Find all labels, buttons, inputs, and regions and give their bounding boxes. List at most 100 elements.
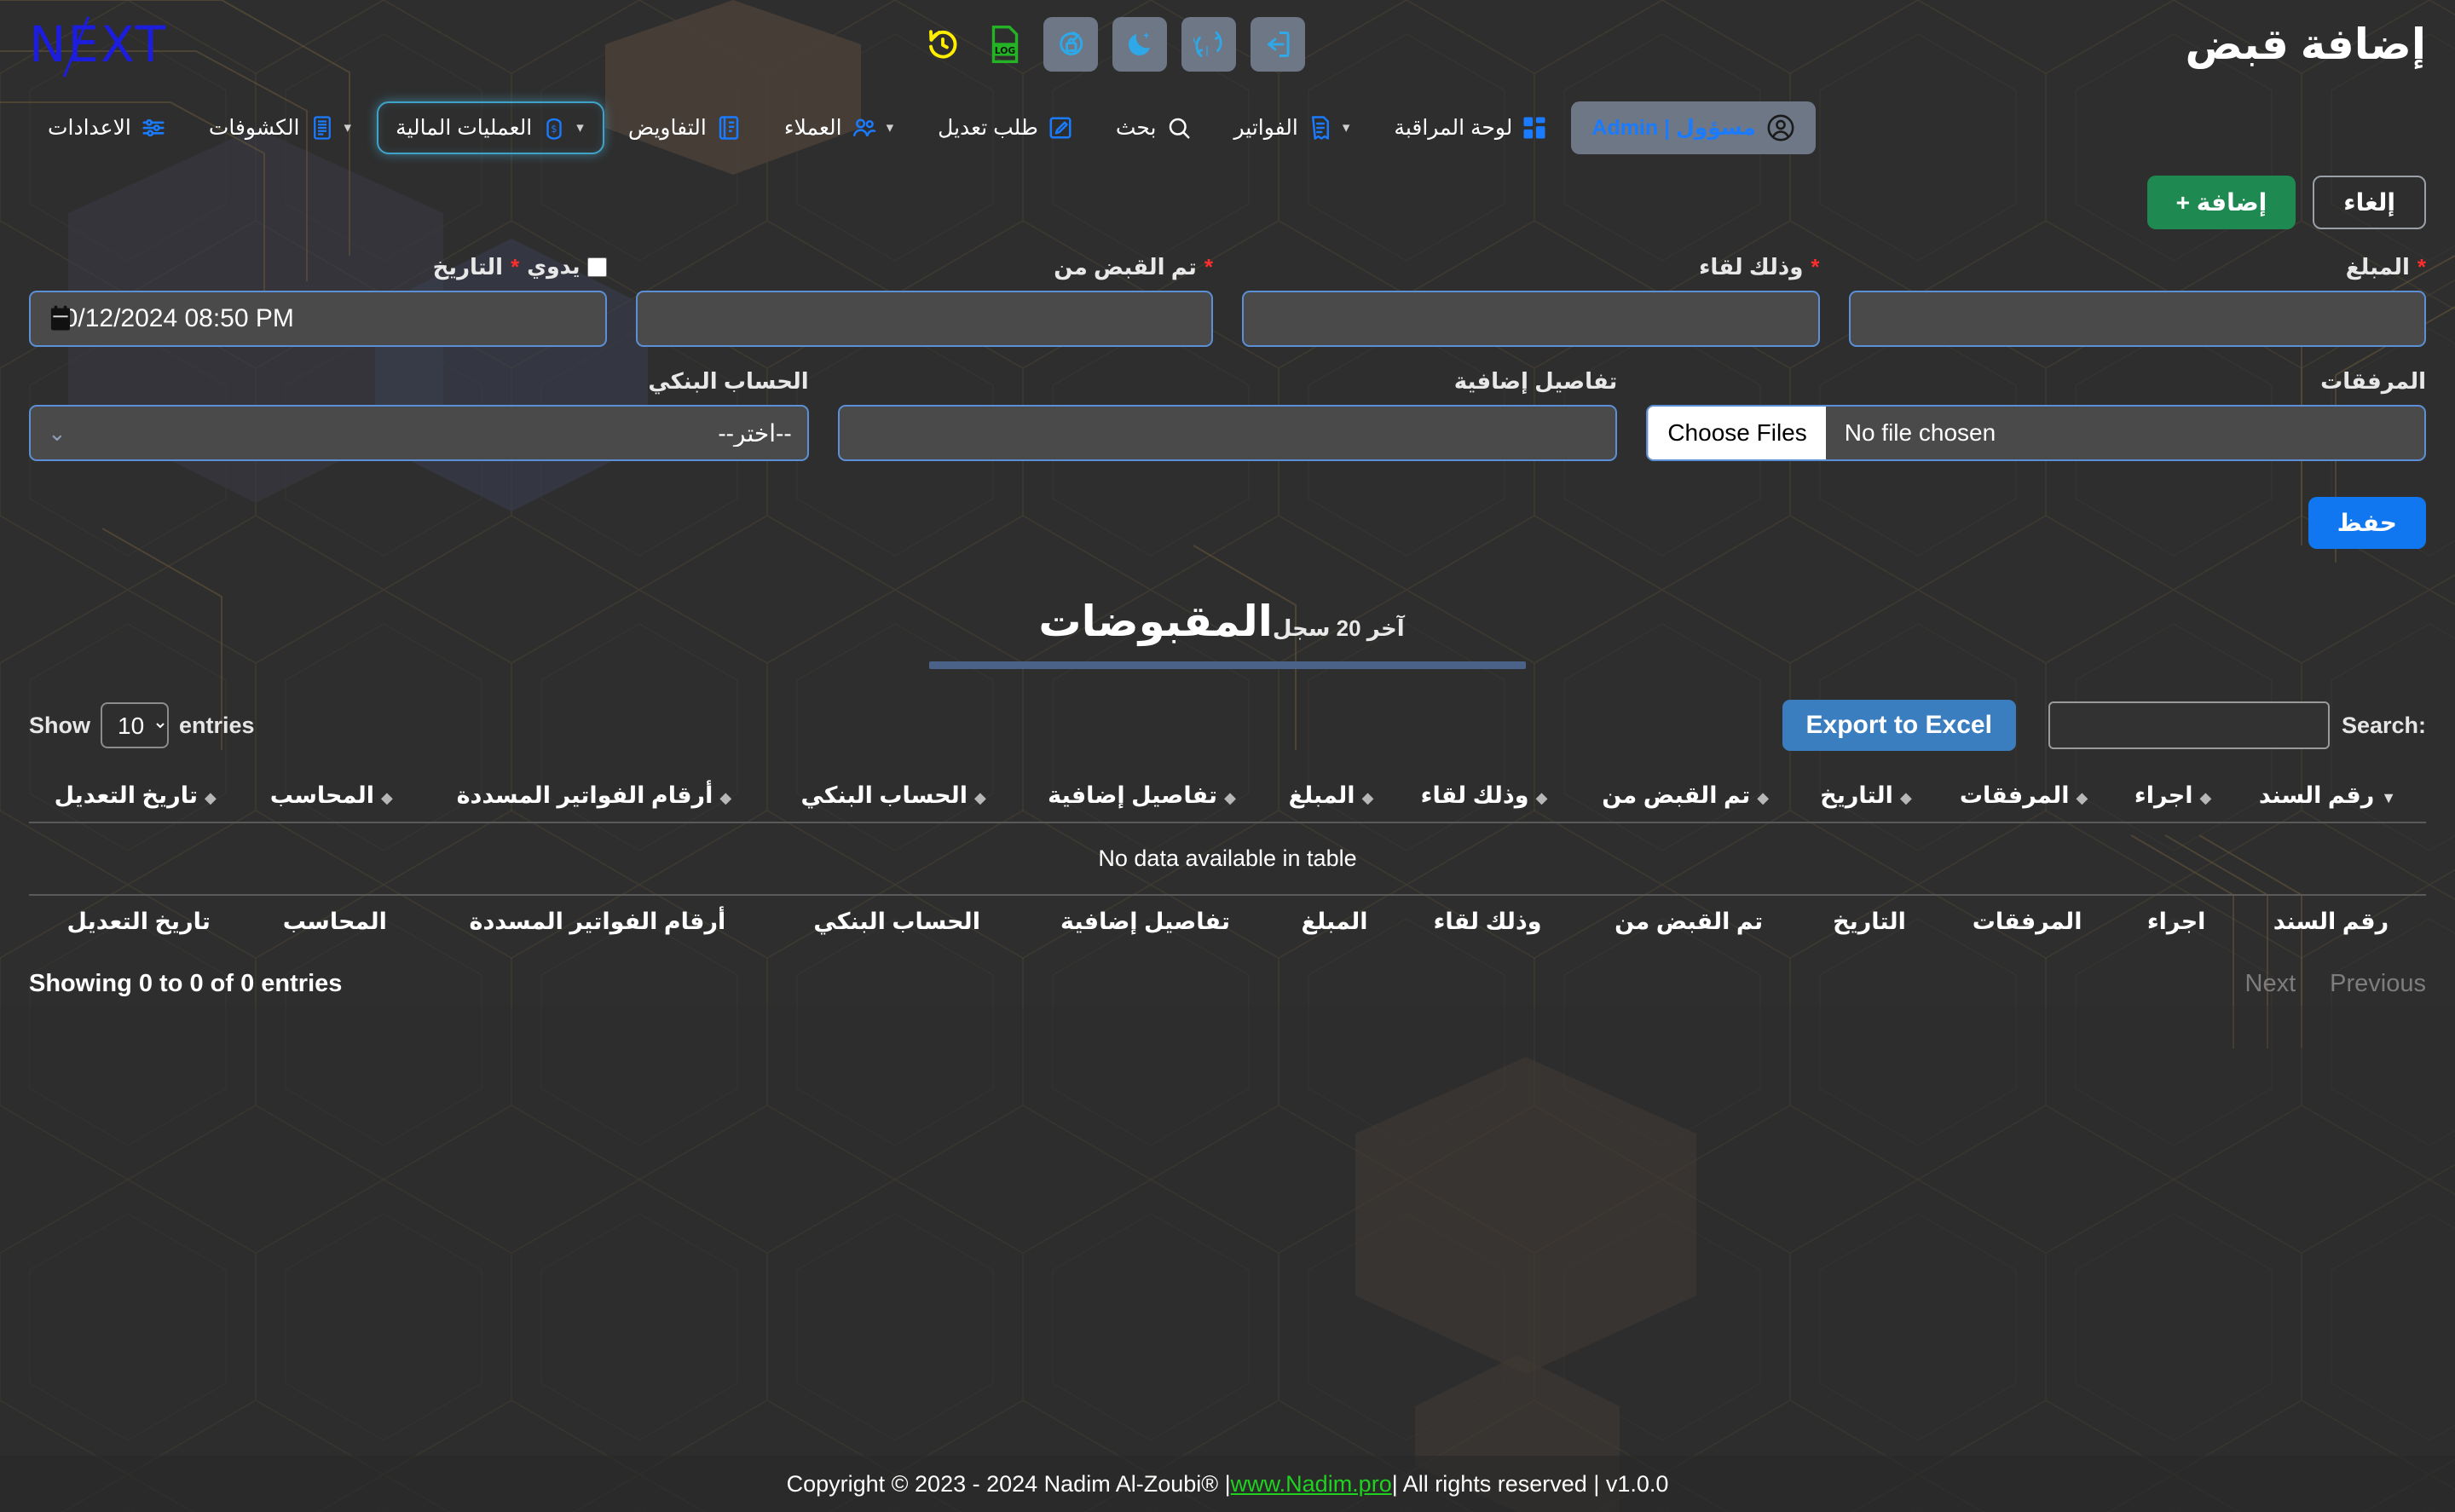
search-icon (1166, 115, 1192, 141)
calendar-icon[interactable] (48, 305, 73, 332)
translate-icon: A ا (1193, 29, 1224, 60)
foot-col-sanad-number: رقم السند (2236, 895, 2426, 948)
foot-col-extra-details: تفاصيل إضافية (1020, 895, 1270, 948)
svg-text:$: $ (552, 124, 557, 135)
svg-text:LOG: LOG (995, 45, 1016, 56)
col-for-reason[interactable]: ◆وذلك لقاء (1399, 770, 1576, 822)
foot-col-attachments: المرفقات (1938, 895, 2117, 948)
amount-input[interactable] (1849, 291, 2427, 347)
for-reason-input[interactable] (1242, 291, 1820, 347)
search-input[interactable] (2048, 701, 2330, 749)
log-file-icon-button[interactable]: LOG (981, 19, 1029, 70)
field-date: يدوي * التاريخ 10/12/2024 08:50 PM (29, 251, 607, 347)
app-root: إضافة قبض A ا (0, 0, 2455, 1512)
table-search: Search: (2048, 701, 2426, 749)
sort-icon: ◆ (2200, 789, 2212, 807)
nav-item-edit-request[interactable]: طلب تعديل (919, 101, 1092, 154)
add-button[interactable]: إضافة + (2147, 176, 2296, 229)
search-label: Search: (2342, 713, 2426, 739)
foot-col-for-reason: وذلك لقاء (1399, 895, 1576, 948)
finance-icon: $ (541, 115, 567, 141)
col-label: التاريخ (1820, 782, 1893, 808)
col-attachments[interactable]: ◆المرفقات (1938, 770, 2117, 822)
choose-files-button[interactable]: Choose Files (1648, 407, 1825, 459)
date-input[interactable]: 10/12/2024 08:50 PM (29, 291, 607, 347)
col-label: تاريخ التعديل (55, 782, 198, 808)
nav-item-statements[interactable]: ▾ الكشوفات (190, 101, 372, 154)
nav-item-clients[interactable]: ▾ العملاء (765, 101, 914, 154)
nav-item-label: بحث (1116, 115, 1157, 141)
sort-desc-icon: ▼ (2381, 789, 2396, 807)
logout-icon-button[interactable] (1251, 17, 1305, 72)
col-paid-invoices[interactable]: ◆أرقام الفواتير المسددة (421, 770, 773, 822)
dark-mode-icon-button[interactable] (1112, 17, 1167, 72)
manual-date-checkbox-wrap[interactable]: يدوي (527, 254, 606, 280)
lock-refresh-icon-button[interactable] (1043, 17, 1098, 72)
save-button[interactable]: حفظ (2308, 497, 2426, 549)
nav-item-invoices[interactable]: ▾ الفواتير (1216, 101, 1371, 154)
nav-item-dashboard[interactable]: لوحة المراقبة (1375, 101, 1566, 154)
sort-icon: ◆ (1362, 789, 1374, 807)
translate-icon-button[interactable]: A ا (1181, 17, 1236, 72)
section-header: آخر 20 سجلالمقبوضات (29, 597, 2426, 669)
col-accountant[interactable]: ◆المحاسب (248, 770, 421, 822)
logout-icon (1262, 29, 1293, 60)
history-icon (925, 26, 961, 63)
received-from-input[interactable] (636, 291, 1214, 347)
extra-details-input[interactable] (838, 405, 1618, 461)
export-to-excel-button[interactable]: Export to Excel (1782, 700, 2016, 751)
field-attachments: المرفقات Choose Files No file chosen (1646, 366, 2426, 461)
pagination-next[interactable]: Next (2245, 970, 2296, 998)
footer-link[interactable]: www.Nadim.pro (1231, 1471, 1392, 1498)
col-label: المرفقات (1960, 782, 2070, 808)
action-row: إلغاء إضافة + (0, 160, 2455, 229)
field-for-reason: * وذلك لقاء (1242, 251, 1820, 347)
nav-item-label: الفواتير (1234, 115, 1298, 141)
col-action[interactable]: ◆اجراء (2117, 770, 2236, 822)
label-text: الحساب البنكي (648, 368, 808, 395)
file-status-text: No file chosen (1826, 407, 2424, 459)
attachments-file-input[interactable]: Choose Files No file chosen (1646, 405, 2426, 461)
user-menu[interactable]: مسؤول | Admin (1571, 101, 1816, 154)
footer-suffix: | All rights reserved | v1.0.0 (1392, 1471, 1669, 1498)
col-date[interactable]: ◆التاريخ (1801, 770, 1938, 822)
length-menu: Show 10 entries (29, 702, 255, 748)
nav-item-settings[interactable]: الاعدادات (29, 101, 185, 154)
field-amount: * المبلغ (1849, 251, 2427, 347)
dashboard-icon (1522, 115, 1547, 141)
empty-message: No data available in table (29, 822, 2426, 895)
foot-col-modified-date: تاريخ التعديل (29, 895, 248, 948)
pagination-previous[interactable]: Previous (2330, 970, 2426, 998)
col-received-from[interactable]: ◆تم القبض من (1576, 770, 1801, 822)
page-title: إضافة قبض (2185, 20, 2426, 69)
col-sanad-number[interactable]: ▼رقم السند (2236, 770, 2426, 822)
section-title: المقبوضات (1038, 597, 1273, 646)
table-footer-row: رقم السند اجراء المرفقات التاريخ تم القب… (29, 895, 2426, 948)
edit-request-icon (1048, 115, 1073, 141)
log-file-icon: LOG (987, 26, 1023, 63)
receipts-table: ▼رقم السند ◆اجراء ◆المرفقات ◆التاريخ ◆تم… (29, 770, 2426, 948)
bank-account-select[interactable]: --اختر-- (29, 405, 809, 461)
col-label: المبلغ (1289, 782, 1355, 808)
nav-item-authorizations[interactable]: التفاويض (609, 101, 760, 154)
field-extra-details: تفاصيل إضافية (838, 366, 1618, 461)
col-extra-details[interactable]: ◆تفاصيل إضافية (1020, 770, 1270, 822)
nav-item-label: طلب تعديل (938, 115, 1038, 141)
nav-item-search[interactable]: بحث (1097, 101, 1210, 154)
field-bank-account: الحساب البنكي --اختر-- ⌄ (29, 366, 809, 461)
manual-date-checkbox[interactable] (587, 257, 607, 277)
col-bank-account[interactable]: ◆الحساب البنكي (774, 770, 1020, 822)
label-text: المرفقات (2320, 368, 2426, 395)
history-icon-button[interactable] (919, 19, 967, 70)
col-modified-date[interactable]: ◆ تاريخ التعديل (29, 770, 248, 822)
sort-icon: ◆ (205, 789, 217, 807)
section-subtitle: آخر 20 سجل (1273, 615, 1405, 641)
col-amount[interactable]: ◆ المبلغ (1270, 770, 1399, 822)
sort-icon: ◆ (1536, 789, 1548, 807)
cancel-button[interactable]: إلغاء (2313, 176, 2426, 229)
field-for-reason-label: * وذلك لقاء (1242, 251, 1820, 282)
nav-item-financial-operations[interactable]: ▾ $ العمليات المالية (377, 101, 604, 154)
table-right-controls: Export to Excel Search: (1782, 700, 2426, 751)
col-label: أرقام الفواتير المسددة (457, 782, 713, 808)
length-menu-select[interactable]: 10 (101, 702, 169, 748)
